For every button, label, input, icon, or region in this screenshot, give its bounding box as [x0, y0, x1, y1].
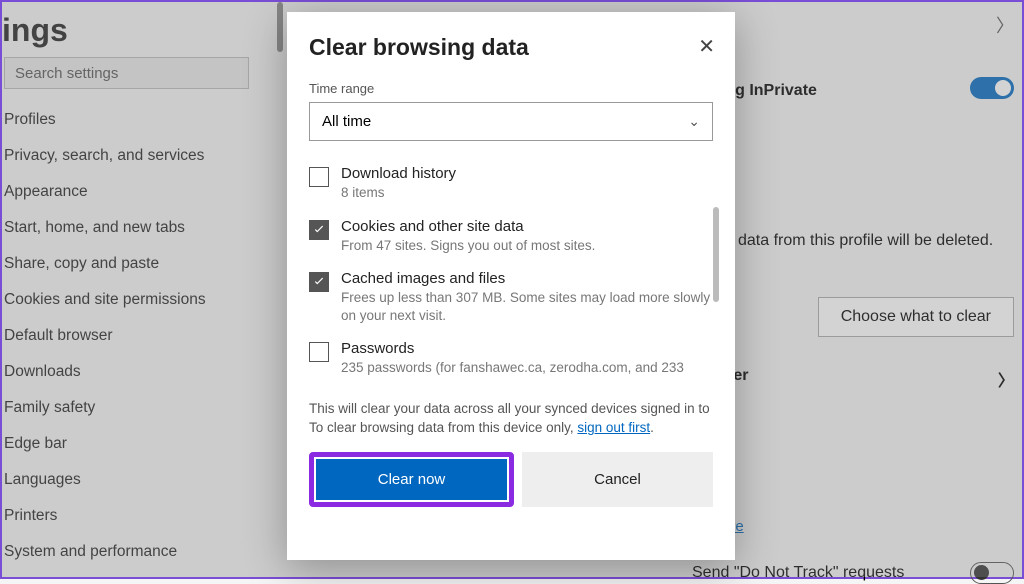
- sync-note: This will clear your data across all you…: [309, 399, 713, 438]
- other-browser-row[interactable]: wser 〉: [712, 367, 1014, 391]
- sidebar-item-languages[interactable]: Languages: [2, 462, 262, 498]
- clear-browsing-data-dialog: ✕ Clear browsing data Time range All tim…: [287, 12, 735, 560]
- cancel-button[interactable]: Cancel: [522, 452, 713, 507]
- chevron-right-icon[interactable]: 〉: [996, 12, 1014, 38]
- sidebar-item-printers[interactable]: Printers: [2, 498, 262, 534]
- option-sub: From 47 sites. Signs you out of most sit…: [341, 237, 595, 255]
- option-title: Passwords: [341, 340, 684, 357]
- checkbox[interactable]: [309, 220, 329, 240]
- sidebar-item-profiles[interactable]: Profiles: [2, 102, 262, 138]
- chevron-down-icon: ⌄: [688, 113, 700, 130]
- sidebar-item-cookies[interactable]: Cookies and site permissions: [2, 282, 262, 318]
- sidebar-item-edge-bar[interactable]: Edge bar: [2, 426, 262, 462]
- option-sub: 235 passwords (for fanshawec.ca, zerodha…: [341, 359, 684, 377]
- option-cookies[interactable]: Cookies and other site data From 47 site…: [309, 212, 713, 265]
- sidebar-item-family-safety[interactable]: Family safety: [2, 390, 262, 426]
- option-title: Cached images and files: [341, 270, 713, 287]
- clear-now-button[interactable]: Clear now: [316, 459, 507, 500]
- choose-what-to-clear-button[interactable]: Choose what to clear: [818, 297, 1014, 337]
- sign-out-link[interactable]: sign out first: [577, 420, 650, 435]
- checkbox[interactable]: [309, 167, 329, 187]
- search-placeholder: Search settings: [15, 65, 118, 82]
- sidebar-item-start[interactable]: Start, home, and new tabs: [2, 210, 262, 246]
- option-download-history[interactable]: Download history 8 items: [309, 159, 713, 212]
- option-title: Cookies and other site data: [341, 218, 595, 235]
- sidebar-item-appearance[interactable]: Appearance: [2, 174, 262, 210]
- options-scrollbar[interactable]: [713, 207, 719, 302]
- time-range-select[interactable]: All time ⌄: [309, 102, 713, 141]
- sidebar-scrollbar[interactable]: [277, 2, 283, 52]
- sidebar-item-share[interactable]: Share, copy and paste: [2, 246, 262, 282]
- dnt-label: Send "Do Not Track" requests: [692, 564, 904, 582]
- dialog-title: Clear browsing data: [309, 34, 713, 61]
- dnt-toggle[interactable]: [970, 562, 1014, 584]
- sidebar-item-system[interactable]: System and performance: [2, 534, 262, 570]
- settings-sidebar: Profiles Privacy, search, and services A…: [2, 102, 262, 570]
- option-sub: Frees up less than 307 MB. Some sites ma…: [341, 289, 713, 324]
- option-passwords[interactable]: Passwords 235 passwords (for fanshawec.c…: [309, 334, 713, 387]
- time-range-label: Time range: [309, 81, 713, 96]
- checkbox[interactable]: [309, 272, 329, 292]
- sidebar-item-default-browser[interactable]: Default browser: [2, 318, 262, 354]
- option-sub: 8 items: [341, 184, 456, 202]
- sidebar-item-privacy[interactable]: Privacy, search, and services: [2, 138, 262, 174]
- sidebar-item-downloads[interactable]: Downloads: [2, 354, 262, 390]
- profile-note: ly data from this profile will be delete…: [722, 232, 993, 250]
- time-range-value: All time: [322, 113, 371, 130]
- chevron-right-icon: 〉: [998, 367, 1014, 391]
- inprivate-toggle[interactable]: [970, 77, 1014, 99]
- option-title: Download history: [341, 165, 456, 182]
- option-cached[interactable]: Cached images and files Frees up less th…: [309, 264, 713, 334]
- page-title: ings: [2, 12, 68, 49]
- search-input[interactable]: Search settings: [4, 57, 249, 89]
- close-icon[interactable]: ✕: [698, 34, 715, 59]
- checkbox[interactable]: [309, 342, 329, 362]
